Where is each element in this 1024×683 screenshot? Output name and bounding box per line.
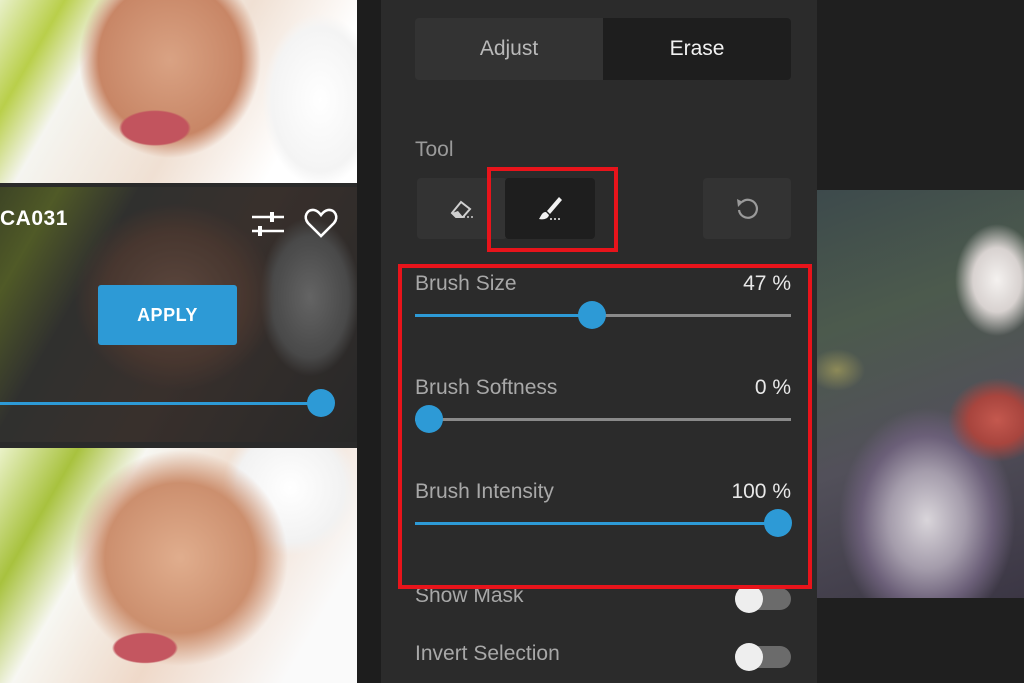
style-strength-slider[interactable] bbox=[0, 402, 320, 405]
toggle-knob bbox=[735, 585, 763, 613]
tab-adjust[interactable]: Adjust bbox=[415, 18, 603, 80]
canvas-background bbox=[817, 598, 1024, 683]
thumbnail-image bbox=[0, 448, 357, 683]
invert-selection-row: Invert Selection bbox=[415, 642, 791, 674]
reset-icon bbox=[737, 198, 758, 219]
canvas-background bbox=[817, 0, 1024, 190]
toggle-label: Invert Selection bbox=[415, 642, 560, 665]
highlight-brush-tool bbox=[487, 167, 618, 252]
eraser-icon bbox=[450, 200, 473, 218]
thumbnail-image bbox=[0, 0, 357, 183]
style-thumbnail[interactable] bbox=[0, 0, 357, 183]
adjust-icon[interactable] bbox=[250, 211, 286, 237]
reset-button[interactable] bbox=[703, 178, 791, 239]
style-thumbnail[interactable] bbox=[0, 448, 357, 683]
divider bbox=[357, 0, 381, 683]
mode-tabs: Adjust Erase bbox=[415, 18, 791, 80]
highlight-brush-sliders bbox=[398, 264, 812, 589]
invert-selection-toggle[interactable] bbox=[735, 643, 791, 671]
apply-button[interactable]: APPLY bbox=[98, 285, 237, 345]
heart-icon[interactable] bbox=[304, 207, 338, 239]
tool-label: Tool bbox=[415, 138, 454, 161]
toggle-knob bbox=[735, 643, 763, 671]
show-mask-toggle[interactable] bbox=[735, 585, 791, 613]
tab-erase[interactable]: Erase bbox=[603, 18, 791, 80]
style-name: CA031 bbox=[0, 207, 68, 230]
canvas-preview-image[interactable] bbox=[817, 190, 1024, 598]
style-strength-handle[interactable] bbox=[307, 389, 335, 417]
